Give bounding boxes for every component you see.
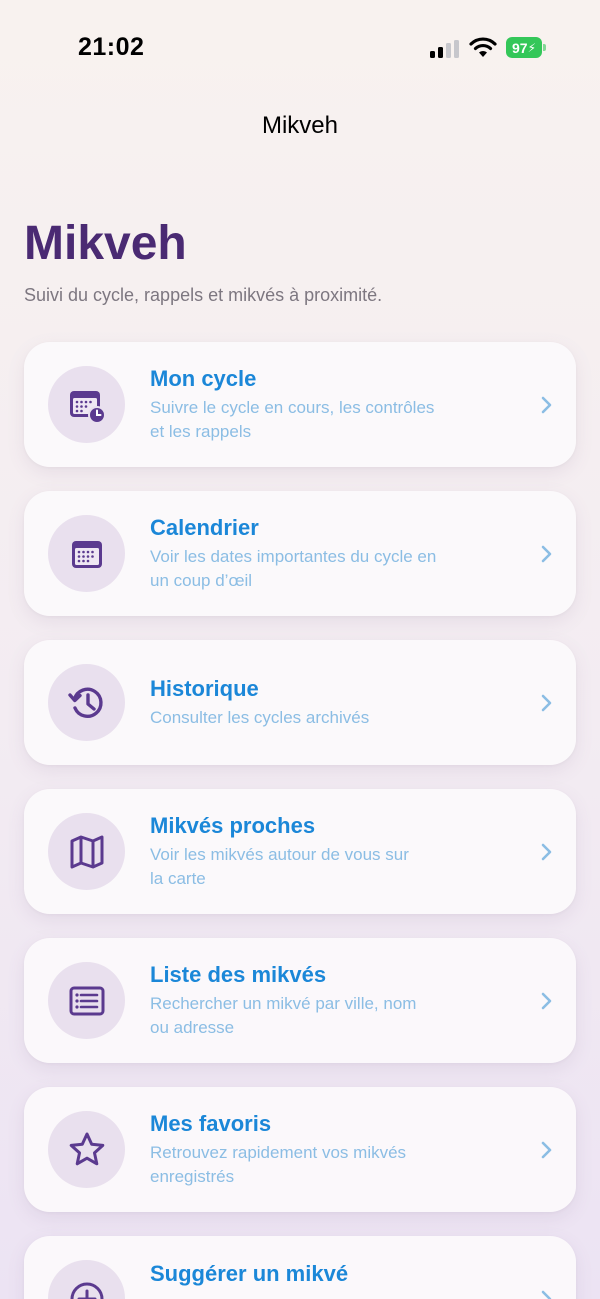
chevron-right-icon — [541, 1141, 552, 1158]
icon-badge — [48, 515, 125, 592]
menu-card-mes-favoris[interactable]: Mes favoris Retrouvez rapidement vos mik… — [24, 1087, 576, 1212]
card-text: Mes favoris Retrouvez rapidement vos mik… — [150, 1087, 516, 1212]
chevron-right-icon — [541, 843, 552, 860]
card-description: Suivre le cycle en cours, les contrôles … — [150, 396, 516, 444]
card-text: Historique Consulter les cycles archivés — [150, 640, 516, 765]
cellular-signal-icon — [430, 40, 459, 58]
card-description-line: ou adresse — [150, 1018, 235, 1037]
card-text: Liste des mikvés Rechercher un mikvé par… — [150, 938, 516, 1063]
card-title: Mikvés proches — [150, 813, 316, 838]
card-title: Suggérer un mikvé — [150, 1261, 349, 1286]
charging-bolt-icon: ⚡ — [527, 40, 536, 55]
menu-card-historique[interactable]: Historique Consulter les cycles archivés — [24, 640, 576, 765]
card-text: Suggérer un mikvé — [150, 1236, 516, 1299]
icon-badge — [48, 664, 125, 741]
menu-card-suggerer-un-mikve[interactable]: Suggérer un mikvé — [24, 1236, 576, 1299]
wifi-icon — [469, 37, 497, 57]
card-description-line: Retrouvez rapidement vos mikvés — [150, 1143, 407, 1162]
card-description-line: et les rappels — [150, 422, 252, 441]
card-text: Mikvés proches Voir les mikvés autour de… — [150, 789, 516, 914]
calendar-clock-icon — [69, 390, 106, 424]
icon-badge — [48, 1111, 125, 1188]
card-title: Mon cycle — [150, 366, 257, 391]
page-subtitle: Suivi du cycle, rappels et mikvés à prox… — [24, 285, 383, 305]
menu-card-mon-cycle[interactable]: Mon cycle Suivre le cycle en cours, les … — [24, 342, 576, 467]
chevron-right-icon — [541, 545, 552, 562]
menu-card-liste-des-mikves[interactable]: Liste des mikvés Rechercher un mikvé par… — [24, 938, 576, 1063]
calendar-icon — [71, 540, 102, 568]
list-icon — [69, 986, 104, 1015]
chevron-right-icon — [541, 396, 552, 413]
icon-badge — [48, 366, 125, 443]
card-text: Calendrier Voir les dates importantes du… — [150, 491, 516, 616]
card-title: Historique — [150, 676, 259, 701]
icon-badge — [48, 962, 125, 1039]
card-description-line: Suivre le cycle en cours, les contrôles — [150, 398, 435, 417]
card-description-line: enregistrés — [150, 1167, 235, 1186]
card-title: Mes favoris — [150, 1111, 272, 1136]
star-icon — [69, 1132, 104, 1165]
plus-circle-icon — [70, 1282, 103, 1299]
status-time: 21:02 — [78, 33, 145, 61]
card-description-line: la carte — [150, 869, 206, 888]
icon-badge — [48, 1260, 125, 1299]
icon-badge — [48, 813, 125, 890]
chevron-right-icon — [541, 992, 552, 1009]
card-description-line: Consulter les cycles archivés — [150, 708, 370, 727]
card-description-line: Voir les mikvés autour de vous sur — [150, 845, 409, 864]
card-description: Voir les dates importantes du cycle en u… — [150, 545, 516, 593]
battery-level: 97 — [511, 39, 528, 56]
card-title: Liste des mikvés — [150, 962, 327, 987]
page-title: Mikveh — [24, 217, 187, 270]
battery-icon: 97 ⚡ — [506, 37, 546, 58]
card-description-line: un coup d’œil — [150, 571, 253, 590]
map-icon — [70, 835, 103, 868]
card-description: Voir les mikvés autour de vous sur la ca… — [150, 843, 516, 891]
card-title: Calendrier — [150, 515, 259, 540]
card-description-line: Rechercher un mikvé par ville, nom — [150, 994, 417, 1013]
status-bar: 21:02 97 ⚡ — [0, 0, 600, 96]
menu-card-mikves-proches[interactable]: Mikvés proches Voir les mikvés autour de… — [24, 789, 576, 914]
card-description: Retrouvez rapidement vos mikvés enregist… — [150, 1141, 516, 1189]
menu-card-calendrier[interactable]: Calendrier Voir les dates importantes du… — [24, 491, 576, 616]
card-text: Mon cycle Suivre le cycle en cours, les … — [150, 342, 516, 467]
chevron-right-icon — [541, 694, 552, 711]
history-icon — [67, 687, 103, 718]
card-description-line: Voir les dates importantes du cycle en — [150, 547, 437, 566]
chevron-right-icon — [541, 1290, 552, 1299]
card-description: Rechercher un mikvé par ville, nom ou ad… — [150, 992, 516, 1040]
card-description: Consulter les cycles archivés — [150, 706, 516, 730]
nav-title: Mikveh — [261, 112, 339, 139]
